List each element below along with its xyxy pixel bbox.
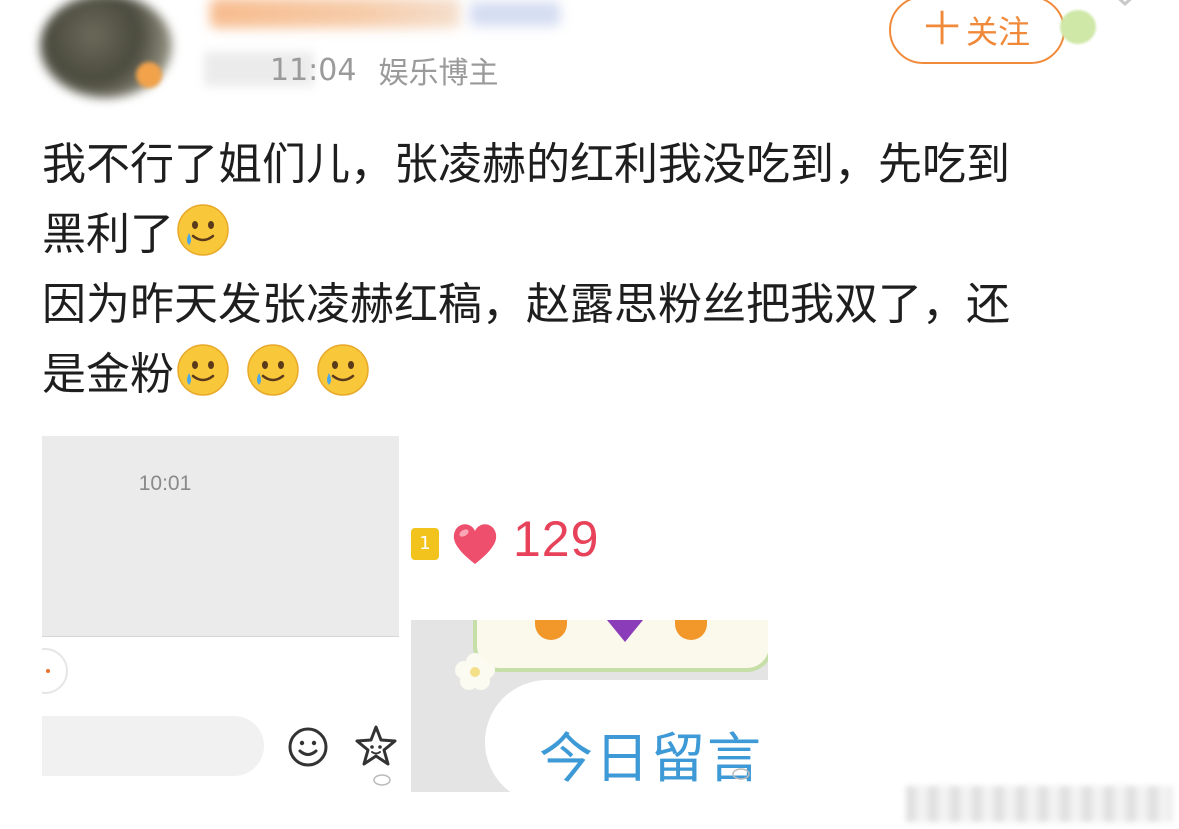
post-time: 11:04 [270, 52, 357, 88]
level-badge: 1 [411, 528, 439, 560]
flower-icon [455, 653, 495, 690]
heart-icon [453, 524, 497, 564]
post-text: 我不行了姐们儿，张凌赫的红利我没吃到，先吃到 黑利了 因为昨天发张凌赫红稿，赵露… [42, 130, 1122, 410]
post-line-3: 因为昨天发张凌赫红稿，赵露思粉丝把我双了，还 [42, 279, 1010, 330]
smiling-face-with-tear-icon [317, 344, 369, 396]
follow-label: 关注 [966, 13, 1031, 51]
likes-count: 129 [513, 511, 600, 567]
post-line-1: 我不行了姐们儿，张凌赫的红利我没吃到，先吃到 [42, 139, 1010, 190]
today-message-label: 今日留言 [539, 727, 763, 790]
emoji-face-icon [288, 727, 328, 767]
post-line-2: 黑利了 [42, 209, 174, 260]
smiling-face-with-tear-icon [177, 204, 229, 256]
gem-icon [607, 620, 643, 642]
star-face-icon [355, 725, 397, 766]
chat-input-bar [42, 716, 264, 776]
author-name-blurred[interactable] [210, 0, 460, 28]
chat-timestamp: 10:01 [138, 472, 192, 495]
follow-button[interactable]: 十 关注 [889, 0, 1065, 64]
chevron-down-icon[interactable] [1110, 0, 1140, 10]
author-badge-blurred [470, 2, 560, 26]
smiling-face-with-tear-icon [177, 344, 229, 396]
smiling-face-with-tear-icon [247, 344, 299, 396]
post-meta: 11:04 娱乐博主 [204, 50, 499, 91]
post-image-2[interactable]: 1 129 今日留言 [411, 492, 768, 792]
watermark-blurred [906, 786, 1172, 822]
decoration-icon [1060, 10, 1096, 44]
avatar-badge [136, 62, 162, 88]
post-image-1[interactable]: 10:01 [42, 436, 399, 792]
chat-area: 10:01 [42, 436, 399, 637]
post-line-4: 是金粉 [42, 349, 174, 400]
user-tag: 娱乐博主 [378, 56, 499, 91]
avatar [42, 648, 68, 694]
plus-icon: 十 [923, 9, 960, 50]
watermark-icon [732, 768, 750, 780]
watermark-icon [373, 774, 391, 786]
